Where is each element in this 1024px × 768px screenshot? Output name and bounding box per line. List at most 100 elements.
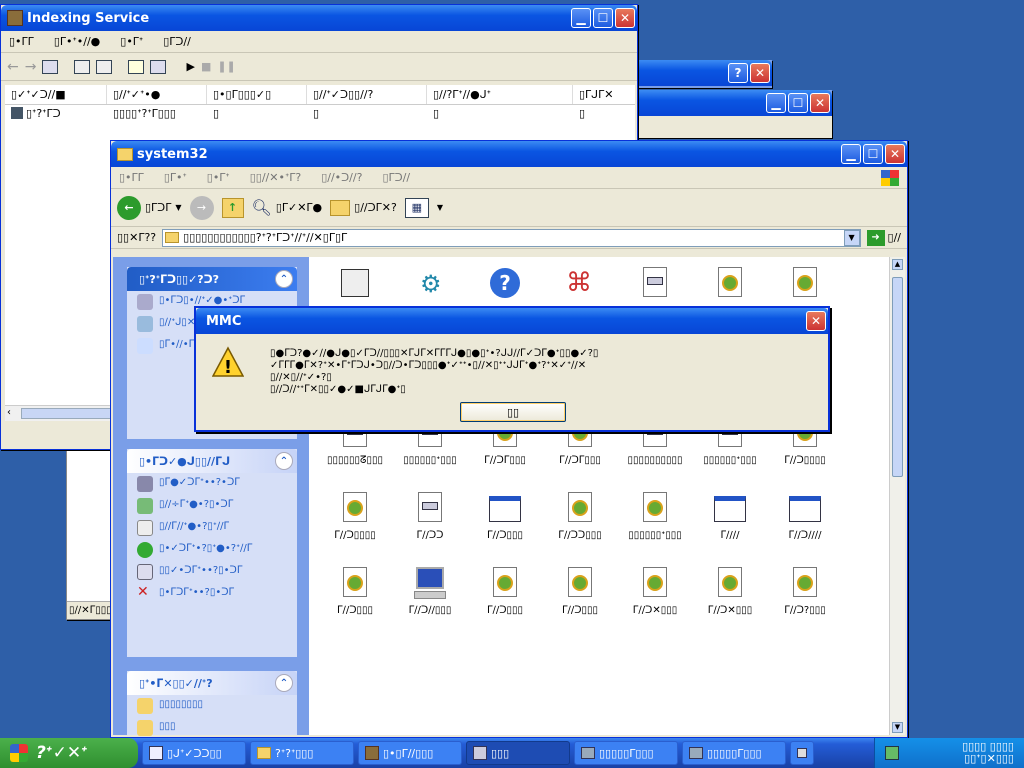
taskbar-button[interactable]: ▯ᒍᐩ✓ᑐᑐ▯▯ xyxy=(142,741,246,765)
network-icon[interactable] xyxy=(885,746,899,760)
maximize-button[interactable]: ☐ xyxy=(788,93,808,113)
forward-arrow-icon[interactable]: → xyxy=(189,195,214,220)
vertical-scrollbar[interactable]: ▲ ▼ xyxy=(889,257,905,735)
start-button[interactable]: ?ᐩ✓✕ᐩ xyxy=(0,738,138,768)
column-header[interactable]: ▯ᒥᒍᒥ✕ xyxy=(573,85,635,104)
file-item[interactable]: ᒥ∕/ᑐ∕/∕/ xyxy=(765,492,845,541)
address-input[interactable]: ▯▯▯▯▯▯▯▯▯▯▯▯?ᐩ?ᐩᒥᑐᐩ∕/ᐩ∕/✕▯ᒥ▯ᒥ ▼ xyxy=(162,228,861,247)
panel-header[interactable]: ▯ᐩ?ᐩᒥᑐ▯▯✓?ᑐ? ⌃ xyxy=(127,267,297,291)
pause-icon[interactable]: ❚❚ xyxy=(217,60,235,73)
chevron-up-icon[interactable]: ⌃ xyxy=(275,270,293,288)
chevron-up-icon[interactable]: ⌃ xyxy=(275,452,293,470)
up-folder-icon[interactable]: ↑ xyxy=(221,197,244,218)
close-button[interactable]: ✕ xyxy=(810,93,830,113)
column-header[interactable]: ▯∕/?ᒥᐩ∕/●ᒍᐩ xyxy=(427,85,573,104)
up-level-icon[interactable] xyxy=(42,59,59,74)
file-item[interactable]: ? xyxy=(465,267,545,305)
panel-item[interactable]: ▯ᒥ●✓ᑐᒥᐩ••?•ᑐᒥ xyxy=(127,473,297,495)
file-item[interactable]: ᒥ∕/ᑐ▯▯▯ xyxy=(465,492,545,541)
table-row[interactable]: ▯ᐩ?ᐩᒥᑐ ▯▯▯▯ᐩ?ᐩᒥ▯▯▯ ▯ ▯ ▯ ▯ xyxy=(5,105,635,123)
menu-item[interactable]: ▯∕/•ᑐ∕/? xyxy=(321,171,362,184)
menu-item[interactable]: ▯ᒥ•ᐩ•∕/● xyxy=(54,35,100,48)
column-header[interactable]: ▯∕/ᐩ✓ᐩ•● xyxy=(107,85,207,104)
go-button[interactable]: ➜ ▯∕/ xyxy=(866,229,901,246)
panel-item[interactable]: ▯▯▯ xyxy=(127,717,297,739)
back-button[interactable]: ← ▯ᒥᑐᒥ ▼ xyxy=(117,195,182,220)
menu-item[interactable]: ▯•ᒥᒥ xyxy=(119,171,144,184)
maximize-button[interactable]: ☐ xyxy=(863,144,883,164)
scroll-thumb[interactable] xyxy=(892,277,903,477)
scroll-down-icon[interactable]: ▼ xyxy=(892,722,903,733)
properties-icon[interactable] xyxy=(74,59,91,74)
minimize-button[interactable]: ▁ xyxy=(571,8,591,28)
file-item[interactable]: ᒥ∕/ᑐ▯▯▯▯ xyxy=(315,492,395,541)
scroll-up-icon[interactable]: ▲ xyxy=(892,259,903,270)
views-icon[interactable]: ▦ xyxy=(404,197,429,218)
taskbar-overflow-button[interactable] xyxy=(790,741,814,765)
file-item[interactable]: ⚙ xyxy=(390,267,470,305)
help-button[interactable]: ? xyxy=(728,63,748,83)
column-header[interactable]: ▯•▯ᒥ▯▯▯✓▯ xyxy=(207,85,307,104)
minimize-button[interactable]: ▁ xyxy=(766,93,786,113)
panel-item[interactable]: ▯∕/÷ᒥᐩ●•?▯•ᑐᒥ xyxy=(127,495,297,517)
search-button[interactable]: 🔍︎ ▯ᒥ✓✕ᒥ● xyxy=(252,198,323,217)
folders-button[interactable]: ▯∕/ᑐᒥ✕? xyxy=(330,199,397,216)
ok-button[interactable]: ▯▯ xyxy=(460,402,566,422)
panel-item[interactable]: ✕ ▯•ᒥᑐᒥᐩ••?▯•ᑐᒥ xyxy=(127,583,297,602)
taskbar-button[interactable]: ▯▯▯▯▯ᒥ▯▯▯ xyxy=(574,741,678,765)
close-button[interactable]: ✕ xyxy=(885,144,905,164)
export-icon[interactable] xyxy=(96,59,113,74)
menu-item[interactable]: ▯•ᒥᐩ xyxy=(120,35,143,48)
background-window-2-titlebar[interactable]: ? ✕ xyxy=(634,60,772,86)
close-button[interactable]: ✕ xyxy=(615,8,635,28)
file-item[interactable] xyxy=(690,267,770,305)
taskbar-button[interactable]: ▯▯▯▯▯ᒥ▯▯▯ xyxy=(682,741,786,765)
file-item[interactable]: ᒥ∕/ᑐᑐ xyxy=(390,492,470,541)
file-item[interactable]: ᒥ∕/ᑐ?▯▯▯ xyxy=(765,567,845,616)
file-item[interactable]: ᒥ∕/ᑐ✕▯▯▯ xyxy=(690,567,770,616)
column-header[interactable]: ▯∕/ᐩ✓ᑐ▯▯∕/? xyxy=(307,85,427,104)
file-item[interactable] xyxy=(315,267,395,305)
file-item[interactable]: ᒥ∕/ᑐᑐ▯▯▯ xyxy=(540,492,620,541)
background-window-3-titlebar[interactable]: ▁ ☐ ✕ xyxy=(634,90,832,116)
column-header[interactable]: ▯✓ᐩ✓ᑐ∕/■ xyxy=(5,85,107,104)
background-window-2[interactable]: ? ✕ xyxy=(634,60,772,88)
back-arrow-icon[interactable]: ← xyxy=(7,59,19,75)
file-item[interactable]: ᒥ∕/ᑐ▯▯▯ xyxy=(315,567,395,616)
maximize-button[interactable]: ☐ xyxy=(593,8,613,28)
background-window-3[interactable]: ▁ ☐ ✕ xyxy=(634,90,832,138)
system32-titlebar[interactable]: system32 ▁ ☐ ✕ xyxy=(111,141,907,167)
forward-arrow-icon[interactable]: → xyxy=(25,59,37,75)
close-button[interactable]: ✕ xyxy=(806,311,826,331)
mmc-error-dialog[interactable]: MMC ✕ ! ▯●ᒥᑐ?●✓∕/●ᒍ●▯✓ᒥᑐ∕/▯▯▯✕ᒥᒍᒥ✕ᒥᒥᒥᒍ●▯… xyxy=(194,306,830,432)
panel-item[interactable]: ▯▯▯▯▯▯▯▯ xyxy=(127,695,297,717)
help-icon[interactable] xyxy=(128,59,145,74)
taskbar-button[interactable]: ?ᐩ?ᐩ▯▯▯ xyxy=(250,741,354,765)
tray-date[interactable]: ▯▯ᐩ▯✕▯▯▯ xyxy=(962,753,1014,765)
menu-item[interactable]: ▯ᒥ•ᐩ xyxy=(164,171,187,184)
menu-item[interactable]: ▯•ᒥᒥ xyxy=(9,35,34,48)
chevron-down-icon[interactable]: ▼ xyxy=(843,229,860,246)
chevron-up-icon[interactable]: ⌃ xyxy=(275,674,293,692)
taskbar-button[interactable]: ▯▯▯ xyxy=(466,741,570,765)
indexing-titlebar[interactable]: Indexing Service ▁ ☐ ✕ xyxy=(1,5,637,31)
file-item[interactable]: ᒥ∕/ᑐ▯▯▯ xyxy=(465,567,545,616)
taskbar-button[interactable]: ▯•▯ᒥ∕/▯▯▯ xyxy=(358,741,462,765)
menu-item[interactable]: ▯ᒥᑐ∕/ xyxy=(163,35,191,48)
minimize-button[interactable]: ▁ xyxy=(841,144,861,164)
play-icon[interactable]: ▶ xyxy=(186,60,194,73)
file-item[interactable]: ᒥ∕/ᑐ∕/▯▯▯ xyxy=(390,567,470,616)
dialog-titlebar[interactable]: MMC ✕ xyxy=(196,308,828,334)
menu-item[interactable]: ▯•ᒥᐩ xyxy=(207,171,230,184)
menu-item[interactable]: ▯ᒥᑐ∕/ xyxy=(382,171,410,184)
menu-item[interactable]: ▯▯∕/✕•ᐩᒥ? xyxy=(250,171,301,184)
panel-item[interactable]: ▯•✓ᑐᒥᐩ•?▯ᐩ●•?ᐩ∕/ᒥ xyxy=(127,539,297,561)
file-item[interactable]: ▯▯▯▯▯▯ᐩ▯▯▯ xyxy=(615,492,695,541)
file-item[interactable]: ⌘ xyxy=(540,267,620,305)
close-button[interactable]: ✕ xyxy=(750,63,770,83)
panel-header[interactable]: ▯•ᒥᑐ✓●ᒍ▯▯∕/ᒥᒍ ⌃ xyxy=(127,449,297,473)
system32-window[interactable]: system32 ▁ ☐ ✕ ▯•ᒥᒥ ▯ᒥ•ᐩ ▯•ᒥᐩ ▯▯∕/✕•ᐩᒥ? … xyxy=(110,140,908,738)
panel-header[interactable]: ▯ᐩ•ᒥ✕▯▯✓∕/ᐩ? ⌃ xyxy=(127,671,297,695)
stop-icon[interactable]: ■ xyxy=(201,60,211,73)
file-item[interactable]: ᒥ∕/∕/ xyxy=(690,492,770,541)
